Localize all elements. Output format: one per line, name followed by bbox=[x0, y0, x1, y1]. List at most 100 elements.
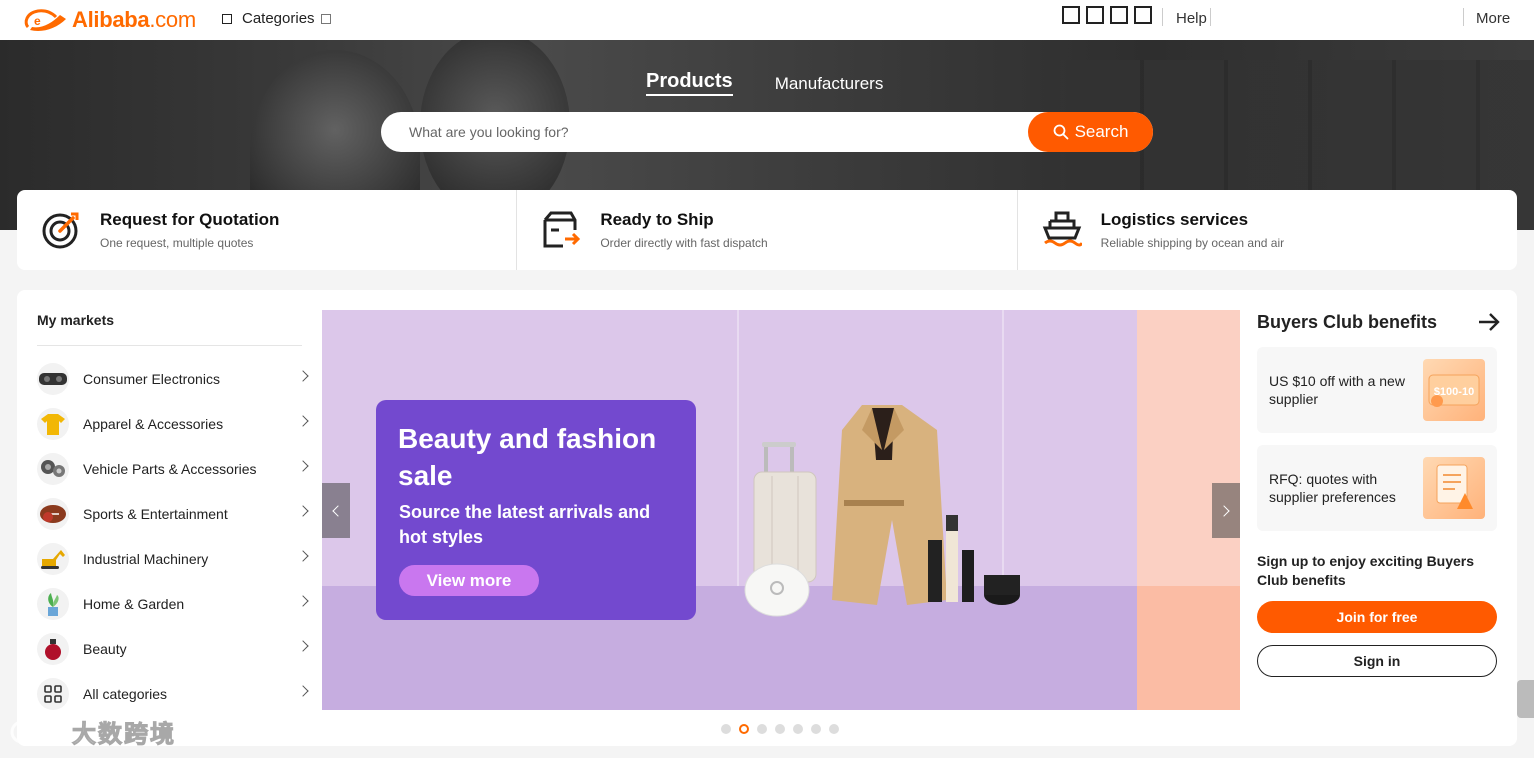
market-vehicle-parts[interactable]: Vehicle Parts & Accessories bbox=[37, 446, 309, 491]
chevron-right-icon bbox=[297, 685, 309, 697]
carousel-dot[interactable] bbox=[829, 724, 839, 734]
service-subtitle: Reliable shipping by ocean and air bbox=[1100, 236, 1285, 250]
promo-carousel[interactable]: Beauty and fashion sale Source the lates… bbox=[322, 310, 1240, 710]
categories-menu[interactable]: Categories bbox=[222, 10, 331, 27]
market-label: Consumer Electronics bbox=[83, 370, 220, 387]
service-title: Ready to Ship bbox=[600, 210, 714, 229]
placeholder-icon[interactable] bbox=[1086, 6, 1104, 24]
target-icon bbox=[42, 212, 79, 249]
football-icon bbox=[37, 497, 69, 530]
market-consumer-electronics[interactable]: Consumer Electronics bbox=[37, 356, 309, 401]
benefit-text: RFQ: quotes with supplier preferences bbox=[1269, 471, 1396, 505]
benefit-card-rfq[interactable]: RFQ: quotes with supplier preferences bbox=[1257, 445, 1497, 531]
arrow-right-icon[interactable] bbox=[1477, 312, 1501, 332]
next-slide-preview-floor bbox=[1137, 586, 1240, 710]
rfq-document-image bbox=[1423, 457, 1485, 519]
market-label: Vehicle Parts & Accessories bbox=[83, 460, 257, 477]
tab-manufacturers[interactable]: Manufacturers bbox=[775, 74, 884, 96]
market-label: Beauty bbox=[83, 640, 127, 657]
market-apparel[interactable]: Apparel & Accessories bbox=[37, 401, 309, 446]
plant-icon bbox=[37, 587, 69, 620]
dropdown-icon bbox=[320, 13, 331, 24]
chevron-right-icon bbox=[297, 595, 309, 607]
search-input[interactable] bbox=[409, 112, 1009, 152]
market-label: Apparel & Accessories bbox=[83, 415, 224, 432]
service-logistics[interactable]: Logistics services Reliable shipping by … bbox=[1018, 190, 1517, 270]
service-subtitle: One request, multiple quotes bbox=[100, 236, 254, 250]
ship-icon bbox=[1042, 211, 1082, 247]
placeholder-icon[interactable] bbox=[1110, 6, 1128, 24]
divider bbox=[1162, 8, 1163, 26]
search-bar: Search bbox=[381, 112, 1153, 152]
benefit-text: US $10 off with a new supplier bbox=[1269, 373, 1405, 407]
vr-headset-icon bbox=[37, 362, 69, 395]
market-industrial-machinery[interactable]: Industrial Machinery bbox=[37, 536, 309, 581]
carousel-next-button[interactable] bbox=[1212, 483, 1240, 538]
carousel-dot[interactable] bbox=[721, 724, 731, 734]
markets-list: Consumer Electronics Apparel & Accessori… bbox=[37, 356, 309, 716]
promo-card: Beauty and fashion sale Source the lates… bbox=[376, 400, 696, 620]
watermark: 大数跨境 bbox=[10, 714, 176, 749]
alibaba-logo[interactable]: e Alibaba.com bbox=[22, 5, 196, 35]
coupon-image: $100-10 bbox=[1423, 359, 1485, 421]
search-tabs: Products Manufacturers bbox=[646, 70, 884, 96]
placeholder-icon[interactable] bbox=[1134, 6, 1152, 24]
markets-title: My markets bbox=[37, 312, 115, 328]
svg-text:e: e bbox=[34, 14, 41, 28]
chevron-right-icon bbox=[297, 640, 309, 652]
help-link[interactable]: Help bbox=[1176, 10, 1207, 27]
service-title: Logistics services bbox=[1100, 210, 1249, 229]
market-label: Industrial Machinery bbox=[83, 550, 209, 567]
carousel-dot-active[interactable] bbox=[739, 724, 749, 734]
carousel-prev-button[interactable] bbox=[322, 483, 350, 538]
excavator-icon bbox=[37, 542, 69, 575]
buyers-club-title: Buyers Club benefits bbox=[1257, 312, 1438, 332]
tshirt-icon bbox=[37, 407, 69, 440]
service-cards: Request for Quotation One request, multi… bbox=[17, 190, 1517, 270]
box-arrow-icon bbox=[543, 211, 581, 248]
market-beauty[interactable]: Beauty bbox=[37, 626, 309, 671]
service-ready-to-ship[interactable]: Ready to Ship Order directly with fast d… bbox=[517, 190, 1018, 270]
benefit-card-coupon[interactable]: US $10 off with a new supplier $100-10 bbox=[1257, 347, 1497, 433]
market-label: Home & Garden bbox=[83, 595, 185, 612]
watermark-text: 大数跨境 bbox=[72, 721, 176, 749]
view-more-button[interactable]: View more bbox=[399, 565, 539, 596]
chevron-right-icon bbox=[297, 415, 309, 427]
carousel-dot[interactable] bbox=[775, 724, 785, 734]
menu-icon bbox=[222, 13, 232, 24]
side-feedback-tab[interactable] bbox=[1517, 680, 1534, 718]
fashion-products-image bbox=[744, 405, 1020, 617]
divider bbox=[37, 345, 302, 346]
chevron-right-icon bbox=[1218, 504, 1230, 517]
service-subtitle: Order directly with fast dispatch bbox=[600, 236, 768, 250]
carousel-dot[interactable] bbox=[793, 724, 803, 734]
service-title: Request for Quotation bbox=[100, 210, 280, 229]
logo-wordmark: Alibaba.com bbox=[72, 7, 196, 32]
more-link[interactable]: More bbox=[1476, 10, 1510, 27]
main-panel: My markets Consumer Electronics Apparel … bbox=[17, 290, 1517, 746]
service-rfq[interactable]: Request for Quotation One request, multi… bbox=[17, 190, 518, 270]
join-for-free-button[interactable]: Join for free bbox=[1257, 601, 1497, 633]
chevron-right-icon bbox=[297, 460, 309, 472]
categories-label: Categories bbox=[242, 10, 315, 27]
market-home-garden[interactable]: Home & Garden bbox=[37, 581, 309, 626]
search-button[interactable]: Search bbox=[1028, 112, 1153, 152]
market-sports[interactable]: Sports & Entertainment bbox=[37, 491, 309, 536]
placeholder-icon[interactable] bbox=[1062, 6, 1080, 24]
car-parts-icon bbox=[37, 452, 69, 485]
market-label: All categories bbox=[83, 685, 168, 702]
search-button-label: Search bbox=[1074, 122, 1129, 141]
market-label: Sports & Entertainment bbox=[83, 505, 228, 522]
chevron-left-icon bbox=[332, 504, 344, 517]
tab-products[interactable]: Products bbox=[646, 70, 733, 96]
carousel-dots bbox=[721, 724, 839, 734]
carousel-dot[interactable] bbox=[811, 724, 821, 734]
header-icon-group bbox=[1062, 6, 1152, 24]
market-all-categories[interactable]: All categories bbox=[37, 671, 309, 716]
sign-in-button[interactable]: Sign in bbox=[1257, 645, 1497, 677]
carousel-dot[interactable] bbox=[757, 724, 767, 734]
watermark-logo-icon bbox=[10, 720, 64, 743]
perfume-icon bbox=[37, 632, 69, 665]
alibaba-logo-icon: e bbox=[24, 9, 66, 31]
promo-title: Beauty and fashion sale bbox=[398, 423, 657, 491]
